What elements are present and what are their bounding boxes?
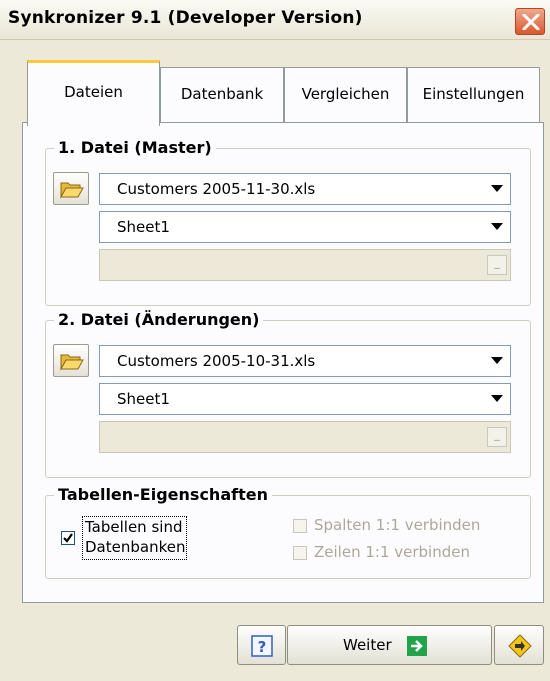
window-title: Synkronizer 9.1 (Developer Version) [8,8,363,28]
changes-range-field: _ [99,421,511,453]
tables-are-databases-line2: Datenbanken [85,538,186,556]
changes-file-select[interactable]: Customers 2005-10-31.xls [99,345,511,377]
tab-vergleichen[interactable]: Vergleichen [284,67,407,122]
master-sheet-value: Sheet1 [117,218,170,236]
table-properties-group: Tabellen-Eigenschaften Tabellen sind Dat… [45,485,531,579]
tables-are-databases-checkbox[interactable] [61,531,75,545]
dropdown-button[interactable] [486,348,508,374]
master-file-select[interactable]: Customers 2005-11-30.xls [99,173,511,205]
changes-open-file-button[interactable] [53,344,89,377]
tab-einstellungen[interactable]: Einstellungen [407,67,540,122]
tables-are-databases-line1: Tabellen sind [85,518,183,536]
changes-file-group: 2. Datei (Änderungen) Customers 2005-10-… [45,310,531,478]
master-range-field: _ [99,249,511,281]
tables-are-databases-label[interactable]: Tabellen sind Datenbanken [82,516,187,560]
master-sheet-select[interactable]: Sheet1 [99,211,511,243]
svg-text:?: ? [258,638,267,656]
master-group-title: 1. Datei (Master) [54,138,216,157]
arrow-right-icon [407,636,427,660]
master-range-browse-button: _ [487,255,507,275]
weiter-button[interactable]: Weiter [287,625,492,665]
changes-file-value: Customers 2005-10-31.xls [117,352,316,370]
tab-label: Vergleichen [301,85,390,103]
columns-1to1-label: Spalten 1:1 verbinden [314,516,481,534]
arrow-diamond-icon [508,634,532,662]
master-file-group: 1. Datei (Master) Customers 2005-11-30.x… [45,138,531,306]
rows-1to1-label: Zeilen 1:1 verbinden [314,543,470,561]
help-icon: ? [251,635,273,661]
help-button[interactable]: ? [237,625,286,665]
changes-range-browse-button: _ [487,427,507,447]
changes-sheet-select[interactable]: Sheet1 [99,383,511,415]
tab-label: Datenbank [180,85,264,103]
dropdown-button[interactable] [486,176,508,202]
master-file-value: Customers 2005-11-30.xls [117,180,316,198]
table-properties-title: Tabellen-Eigenschaften [54,485,272,504]
dropdown-button[interactable] [486,386,508,412]
tab-dateien[interactable]: Dateien [27,60,160,126]
diamond-button[interactable] [494,625,544,665]
title-bar[interactable]: Synkronizer 9.1 (Developer Version) [0,0,550,40]
master-open-file-button[interactable] [53,172,89,205]
rows-1to1-checkbox [293,546,307,560]
close-button[interactable] [515,8,545,35]
changes-group-title: 2. Datei (Änderungen) [54,310,264,329]
columns-1to1-checkbox [293,519,307,533]
tab-panel-dateien: 1. Datei (Master) Customers 2005-11-30.x… [22,122,544,603]
dropdown-button[interactable] [486,214,508,240]
changes-sheet-value: Sheet1 [117,390,170,408]
weiter-label: Weiter [343,636,392,654]
tab-datenbank[interactable]: Datenbank [160,67,284,122]
tab-label: Dateien [64,83,123,101]
tab-label: Einstellungen [422,85,525,103]
